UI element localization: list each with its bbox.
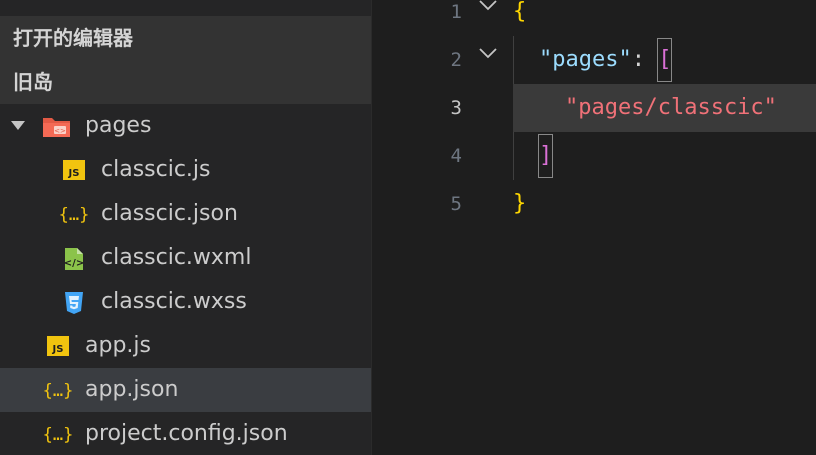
project-header[interactable]: 旧岛 xyxy=(0,60,371,104)
json-colon: : xyxy=(631,47,645,72)
svg-text:{…}: {…} xyxy=(43,425,74,445)
code-line[interactable]: 1 { xyxy=(372,0,816,36)
line-number: 2 xyxy=(450,49,462,71)
fold-chevron-icon[interactable] xyxy=(478,0,498,18)
tree-label: app.js xyxy=(85,333,151,358)
tree-file-classcic-wxss[interactable]: classcic.wxss xyxy=(0,280,371,324)
tree-label: project.config.json xyxy=(85,421,288,446)
line-number: 1 xyxy=(450,1,462,23)
svg-text:JS: JS xyxy=(52,344,64,355)
svg-text:<>: <> xyxy=(54,127,66,135)
editor-window: 打开的编辑器 旧岛 <> pages JS classcic.js {…} cl… xyxy=(0,0,816,455)
tree-label: app.json xyxy=(85,377,179,402)
chevron-down-icon[interactable] xyxy=(11,121,25,130)
code-content: "pages": [ xyxy=(539,36,673,84)
js-file-icon: JS xyxy=(62,159,86,181)
tree-file-classcic-json[interactable]: {…} classcic.json xyxy=(0,192,371,236)
tree-file-classcic-js[interactable]: JS classcic.js xyxy=(0,148,371,192)
json-file-icon: {…} xyxy=(42,379,74,401)
tree-folder-pages[interactable]: <> pages xyxy=(0,104,371,148)
code-brace: { xyxy=(513,0,527,24)
svg-text:{…}: {…} xyxy=(43,381,74,401)
json-file-icon: {…} xyxy=(58,203,90,225)
bracket-close: ] xyxy=(537,134,554,178)
tree-label: classcic.wxss xyxy=(101,289,247,314)
bracket-open: [ xyxy=(657,38,673,82)
tree-file-app-json[interactable]: {…} app.json xyxy=(0,368,371,412)
css-file-icon xyxy=(62,291,86,314)
code-line[interactable]: 5 } xyxy=(372,180,816,228)
fold-chevron-icon[interactable] xyxy=(478,46,498,66)
json-file-icon: {…} xyxy=(42,423,74,445)
json-key: "pages" xyxy=(539,47,632,72)
wxml-file-icon: </> xyxy=(62,247,86,270)
explorer-sidebar: 打开的编辑器 旧岛 <> pages JS classcic.js {…} cl… xyxy=(0,0,371,455)
code-line-current[interactable]: 3 "pages/classcic" xyxy=(372,84,816,132)
js-file-icon: JS xyxy=(46,335,70,357)
tree-file-classcic-wxml[interactable]: </> classcic.wxml xyxy=(0,236,371,280)
svg-text:{…}: {…} xyxy=(59,205,90,225)
tree-file-project-config-json[interactable]: {…} project.config.json xyxy=(0,412,371,455)
code-editor[interactable]: 1 { 2 "pages": [ 3 "pages/classcic" 4 ] xyxy=(372,0,816,455)
tree-label: pages xyxy=(85,113,152,138)
line-number: 5 xyxy=(450,193,462,215)
code-line[interactable]: 4 ] xyxy=(372,132,816,180)
code-content: ] xyxy=(537,132,554,180)
line-number: 3 xyxy=(450,97,462,119)
tree-label: classcic.wxml xyxy=(101,245,252,270)
tree-label: classcic.js xyxy=(101,157,211,182)
svg-text:</>: </> xyxy=(64,258,84,269)
code-brace: } xyxy=(513,191,527,216)
svg-text:JS: JS xyxy=(68,168,80,179)
code-line[interactable]: 2 "pages": [ xyxy=(372,36,816,84)
tree-label: classcic.json xyxy=(101,201,238,226)
json-string: "pages/classcic" xyxy=(565,95,777,120)
tree-file-app-js[interactable]: JS app.js xyxy=(0,324,371,368)
open-editors-header[interactable]: 打开的编辑器 xyxy=(0,16,371,60)
folder-pages-icon: <> xyxy=(42,115,70,137)
line-number: 4 xyxy=(450,145,462,167)
